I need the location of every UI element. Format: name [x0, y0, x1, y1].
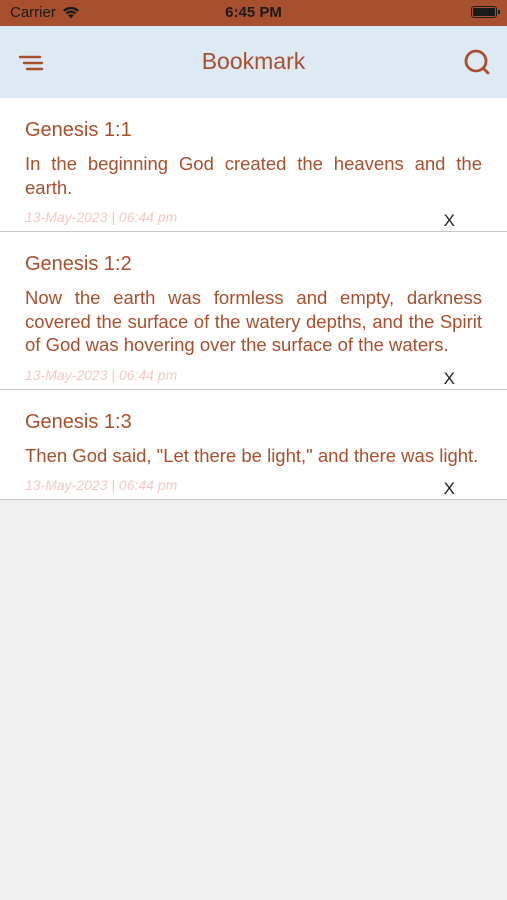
verse-reference: Genesis 1:1: [25, 119, 132, 141]
bookmark-date: 13-May-2023 | 06:44 pm: [25, 366, 178, 383]
bookmark-meta: 13-May-2023 | 06:44 pm X: [25, 201, 482, 231]
battery-icon: [471, 6, 500, 18]
page-title: Bookmark: [201, 48, 306, 74]
clock: 6:45 PM: [225, 4, 282, 21]
verse-text: Then God said, "Let there be light," and…: [25, 444, 479, 466]
bookmark-meta: 13-May-2023 | 06:44 pm X: [25, 469, 482, 499]
remove-bookmark-button[interactable]: X: [444, 479, 455, 499]
bookmark-list: Genesis 1:1 In the beginning God created…: [0, 98, 507, 500]
bookmark-item[interactable]: Genesis 1:3 Then God said, "Let there be…: [0, 389, 507, 500]
bookmark-date: 13-May-2023 | 06:44 pm: [25, 477, 178, 493]
verse-text: In the beginning God created the heavens…: [25, 153, 482, 198]
search-icon: [464, 49, 490, 75]
remove-bookmark-button[interactable]: X: [444, 211, 455, 231]
remove-bookmark-button[interactable]: X: [444, 369, 455, 389]
status-bar: Carrier 6:45 PM: [0, 0, 507, 26]
verse-reference: Genesis 1:3: [25, 410, 132, 433]
verse-text: Now the earth was formless and empty, da…: [25, 287, 482, 355]
bookmark-date: 13-May-2023 | 06:44 pm: [25, 209, 178, 225]
bookmark-item[interactable]: Genesis 1:2 Now the earth was formless a…: [0, 232, 507, 390]
navigation-bar: Bookmark: [0, 26, 507, 98]
search-button[interactable]: [461, 46, 493, 78]
bookmark-meta: 13-May-2023 | 06:44 pm X: [25, 359, 482, 389]
bookmark-item[interactable]: Genesis 1:1 In the beginning God created…: [0, 98, 507, 232]
verse-reference: Genesis 1:2: [25, 253, 132, 275]
